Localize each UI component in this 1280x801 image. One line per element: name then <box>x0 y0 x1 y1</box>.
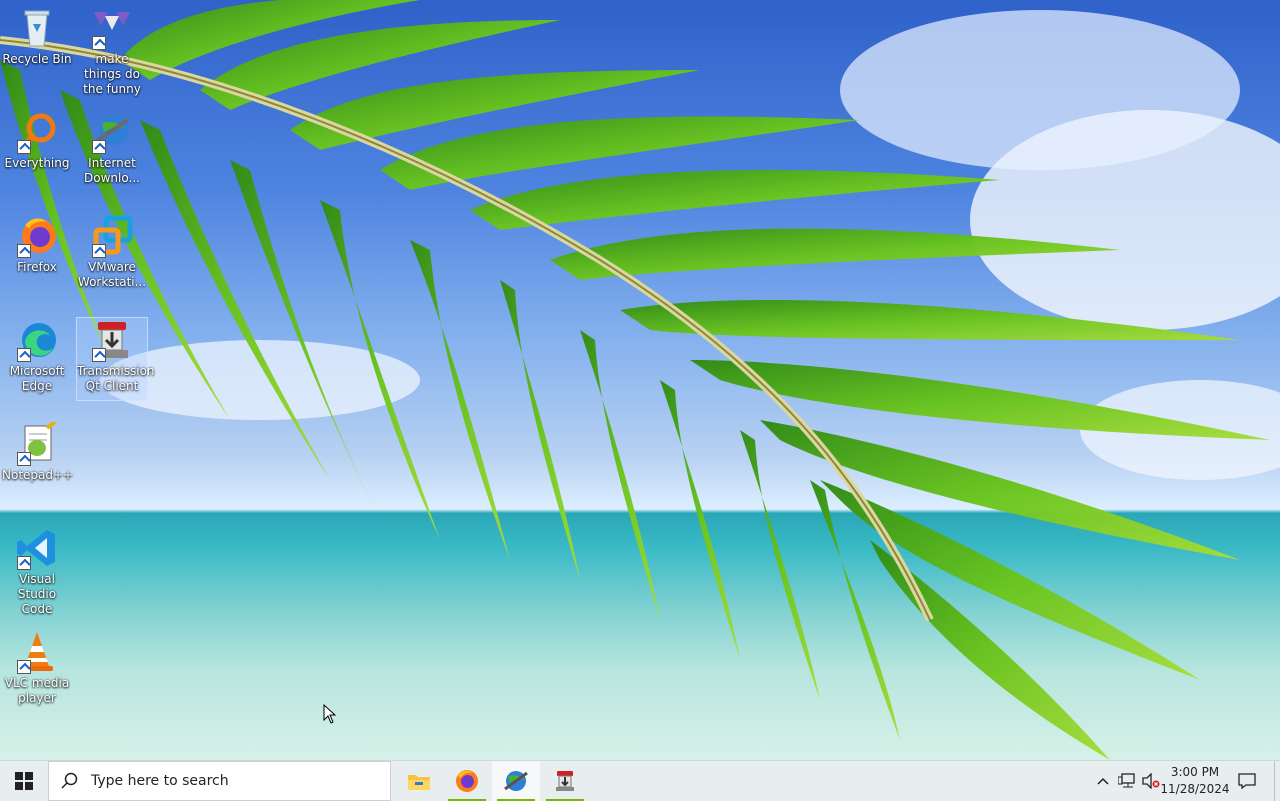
shortcut-arrow-icon <box>17 660 31 674</box>
palm-frond-image <box>0 0 1280 760</box>
vlc-cone-icon <box>13 630 61 674</box>
shortcut-arrow-icon <box>17 556 31 570</box>
chevron-up-icon <box>1097 777 1109 785</box>
shortcut-arrow-icon <box>17 348 31 362</box>
taskbar-search-box[interactable] <box>48 761 391 801</box>
firefox-icon <box>13 214 61 258</box>
volume-tray-button[interactable] <box>1140 761 1162 801</box>
search-input[interactable] <box>89 772 353 790</box>
windows-logo-icon <box>15 772 33 790</box>
desktop-icon-label: Recycle Bin <box>2 52 72 66</box>
desktop-icon-label: make things do the funny <box>83 52 141 96</box>
clock-date: 11/28/2024 <box>1160 782 1230 796</box>
firefox-icon <box>456 770 478 792</box>
desktop-icon-label: Notepad++ <box>2 468 74 482</box>
desktop-icon-label: Visual Studio Code <box>17 572 57 616</box>
taskbar-file-explorer[interactable] <box>395 761 443 801</box>
show-desktop-button[interactable] <box>1274 761 1280 801</box>
taskbar-firefox[interactable] <box>443 761 491 801</box>
notification-icon <box>1238 773 1256 789</box>
shortcut-arrow-icon <box>17 140 31 154</box>
notepad-plus-plus-icon <box>13 422 61 466</box>
desktop-icon-label: Internet Downlo... <box>84 156 140 185</box>
internet-download-manager-shortcut[interactable]: Internet Downlo... <box>77 110 147 186</box>
taskbar-transmission[interactable] <box>541 761 589 801</box>
edge-icon <box>13 318 61 362</box>
vmware-icon <box>88 214 136 258</box>
triangles-icon <box>88 6 136 50</box>
action-center-button[interactable] <box>1234 761 1260 801</box>
shortcut-arrow-icon <box>92 244 106 258</box>
show-hidden-icons-button[interactable] <box>1092 761 1114 801</box>
transmission-icon <box>88 318 136 362</box>
network-tray-button[interactable] <box>1116 761 1138 801</box>
recycle-bin-shortcut[interactable]: Recycle Bin <box>2 6 72 67</box>
desktop-icon-label: VLC media player <box>4 676 70 705</box>
file-explorer-icon <box>408 775 430 790</box>
desktop-icon-label: Everything <box>4 156 70 170</box>
shortcut-arrow-icon <box>17 452 31 466</box>
start-button[interactable] <box>0 761 48 801</box>
transmission-qt-client-shortcut[interactable]: Transmission Qt Client <box>76 317 155 401</box>
network-icon <box>1118 773 1135 788</box>
everything-search-icon <box>13 110 61 154</box>
desktop-icon-label: VMware Workstati... <box>77 260 147 289</box>
shortcut-arrow-icon <box>92 36 106 50</box>
shortcut-arrow-icon <box>17 244 31 258</box>
shortcut-arrow-icon <box>92 348 106 362</box>
microsoft-edge-shortcut[interactable]: Microsoft Edge <box>2 318 72 394</box>
desktop-icon-label: Transmission Qt Client <box>77 364 155 393</box>
desktop-wallpaper <box>0 0 1280 760</box>
volume-muted-icon <box>1142 773 1160 789</box>
vscode-icon <box>13 526 61 570</box>
search-icon <box>61 772 78 789</box>
shortcut-arrow-icon <box>92 140 106 154</box>
taskbar-internet-download-manager[interactable] <box>492 761 540 801</box>
desktop-icon-label: Firefox <box>17 260 57 274</box>
globe-download-icon <box>88 110 136 154</box>
everything-shortcut[interactable]: Everything <box>2 110 72 171</box>
visual-studio-code-shortcut[interactable]: Visual Studio Code <box>2 526 72 617</box>
internet-download-manager-icon <box>504 771 528 791</box>
transmission-icon <box>556 771 574 791</box>
clock-time: 3:00 PM <box>1170 765 1220 779</box>
recycle-bin-icon <box>13 6 61 50</box>
notepad-plus-plus-shortcut[interactable]: Notepad++ <box>2 422 74 483</box>
make-things-do-the-funny-shortcut[interactable]: make things do the funny <box>77 6 147 97</box>
vlc-media-player-shortcut[interactable]: VLC media player <box>2 630 72 706</box>
taskbar-clock[interactable]: 3:00 PM 11/28/2024 <box>1160 761 1230 801</box>
firefox-shortcut[interactable]: Firefox <box>2 214 72 275</box>
desktop-icon-label: Microsoft Edge <box>9 364 65 393</box>
taskbar: 3:00 PM 11/28/2024 <box>0 760 1280 801</box>
mouse-cursor-icon <box>323 704 337 724</box>
vmware-workstation-shortcut[interactable]: VMware Workstati... <box>77 214 147 290</box>
